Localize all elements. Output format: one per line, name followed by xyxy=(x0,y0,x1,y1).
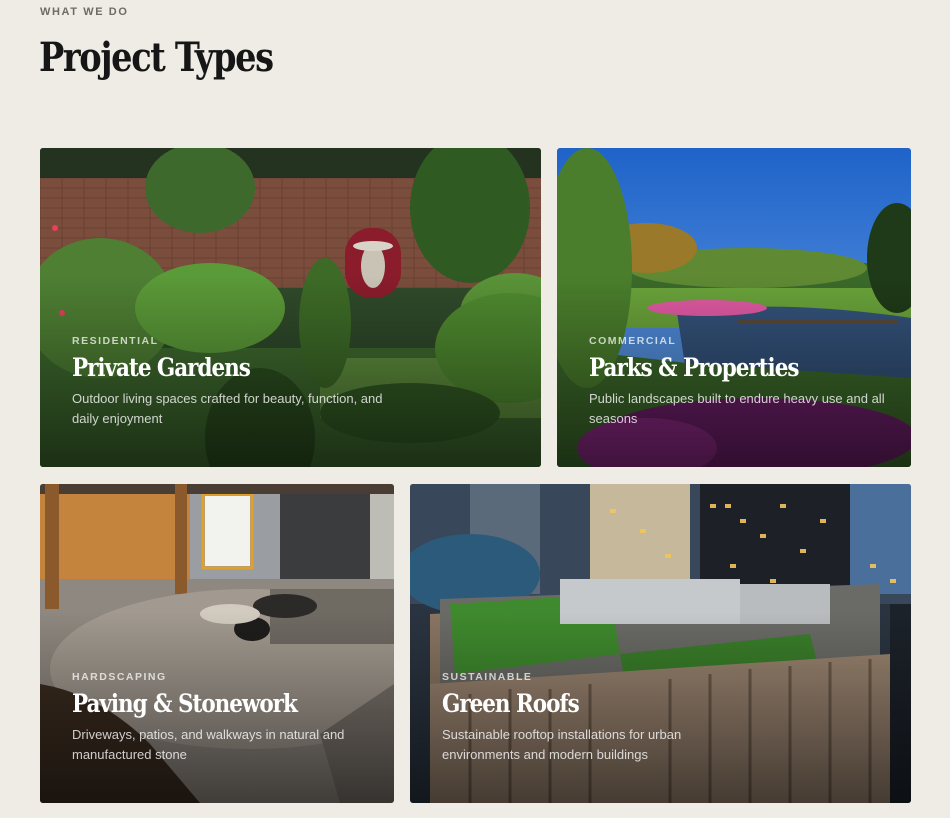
card-title: Green Roofs xyxy=(442,689,580,718)
project-card-paving-stonework[interactable]: HARDSCAPING Paving & Stonework Driveways… xyxy=(40,484,394,803)
card-title: Parks & Properties xyxy=(589,353,799,382)
card-title: Private Gardens xyxy=(72,353,251,382)
card-category: HARDSCAPING xyxy=(72,671,167,683)
card-text: SUSTAINABLE Green Roofs Sustainable roof… xyxy=(442,671,891,765)
card-text: COMMERCIAL Parks & Properties Public lan… xyxy=(589,335,891,429)
card-text: RESIDENTIAL Private Gardens Outdoor livi… xyxy=(72,335,521,429)
card-title: Paving & Stonework xyxy=(72,689,298,718)
card-description: Driveways, patios, and walkways in natur… xyxy=(72,727,345,762)
card-description: Sustainable rooftop installations for ur… xyxy=(442,727,682,762)
project-card-green-roofs[interactable]: SUSTAINABLE Green Roofs Sustainable roof… xyxy=(410,484,911,803)
card-description: Public landscapes built to endure heavy … xyxy=(589,391,885,426)
project-card-parks-properties[interactable]: COMMERCIAL Parks & Properties Public lan… xyxy=(557,148,911,467)
page-title: Project Types xyxy=(39,34,274,81)
card-description: Outdoor living spaces crafted for beauty… xyxy=(72,391,383,426)
project-card-private-gardens[interactable]: RESIDENTIAL Private Gardens Outdoor livi… xyxy=(40,148,541,467)
card-text: HARDSCAPING Paving & Stonework Driveways… xyxy=(72,671,374,765)
card-category: COMMERCIAL xyxy=(589,335,677,347)
section-eyebrow: WHAT WE DO xyxy=(40,6,129,18)
card-category: SUSTAINABLE xyxy=(442,671,533,683)
card-category: RESIDENTIAL xyxy=(72,335,159,347)
